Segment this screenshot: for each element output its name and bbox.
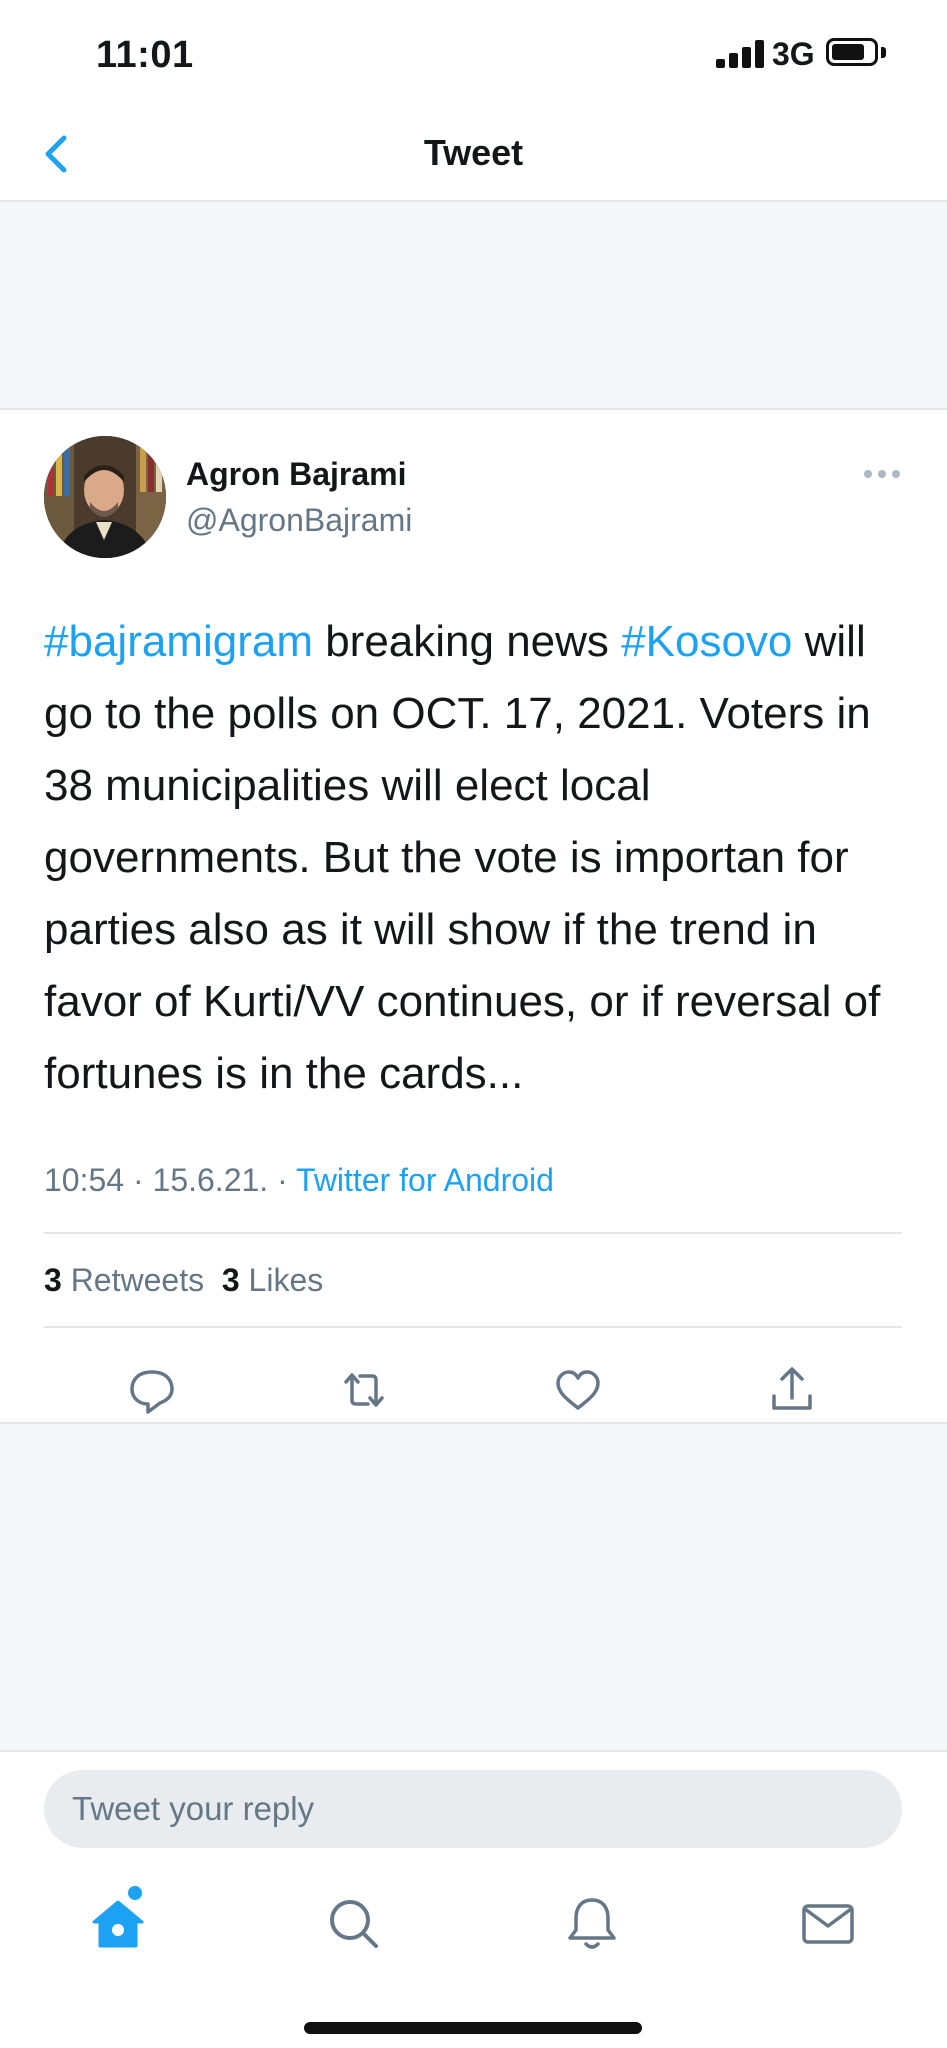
retweet-button[interactable] [332,1358,396,1422]
signal-strength-icon [716,38,768,68]
notifications-icon [568,1898,616,1949]
share-icon [772,1367,812,1410]
divider [44,1326,902,1328]
tweet-timestamp: 10:54 · 15.6.21. · Twitter for Android [44,1162,554,1199]
battery-tip [881,47,886,58]
meta-separator: · [132,1162,144,1198]
retweet-icon [344,1373,384,1407]
reply-input[interactable] [44,1770,902,1848]
retweets-stat[interactable]: 3 Retweets [44,1262,204,1298]
profile-photo [44,436,166,558]
like-icon [556,1370,600,1410]
tweet-text-segment: will go to the polls on OCT. 17, 2021. V… [44,617,881,1098]
reply-area [0,1750,947,2048]
notification-dot [128,1886,142,1900]
reply-icon [130,1370,174,1414]
retweets-count: 3 [44,1262,62,1298]
author-handle[interactable]: @AgronBajrami [186,502,412,539]
nav-bar: Tweet [0,110,947,202]
avatar[interactable] [44,436,166,558]
page-title: Tweet [423,132,524,173]
tweet-text: #bajramigram breaking news #Kosovo will … [44,606,914,1110]
tab-messages[interactable] [788,1884,868,1964]
search-icon [330,1900,378,1948]
tab-notifications[interactable] [552,1884,632,1964]
status-bar: 11:01 3G [0,0,947,110]
divider [44,1232,902,1234]
tweet-actions [0,1358,947,1418]
hashtag-link[interactable]: #Kosovo [621,617,792,666]
tweet-time: 10:54 [44,1162,125,1198]
network-type: 3G [772,36,815,72]
hashtag-link[interactable]: #bajramigram [44,617,313,666]
tab-search[interactable] [314,1884,394,1964]
like-button[interactable] [546,1358,610,1422]
tweet-card: Agron Bajrami @AgronBajrami #bajramigram… [0,408,947,1424]
retweets-label: Retweets [70,1262,205,1298]
author-name[interactable]: Agron Bajrami [186,456,406,493]
more-options-button[interactable] [864,464,900,484]
messages-icon [802,1904,854,1944]
tweet-text-segment: breaking news [312,617,622,666]
share-button[interactable] [760,1358,824,1422]
tweet-source-link[interactable]: Twitter for Android [296,1162,554,1198]
home-icon [92,1900,144,1948]
status-time: 11:01 [96,34,194,76]
tweet-date: 15.6.21. [152,1162,269,1198]
home-indicator [304,2022,642,2034]
tweet-detail-screen: 11:01 3G Tweet Agron Bajrami @AgronBajra… [0,0,947,2048]
likes-stat[interactable]: 3 Likes [222,1262,323,1298]
likes-label: Likes [248,1262,324,1298]
battery-icon [826,38,878,66]
tab-home[interactable] [78,1884,158,1964]
reply-button[interactable] [120,1358,184,1422]
meta-separator: · [277,1162,288,1198]
tweet-stats: 3 Retweets 3 Likes [44,1262,323,1299]
likes-count: 3 [221,1262,240,1298]
